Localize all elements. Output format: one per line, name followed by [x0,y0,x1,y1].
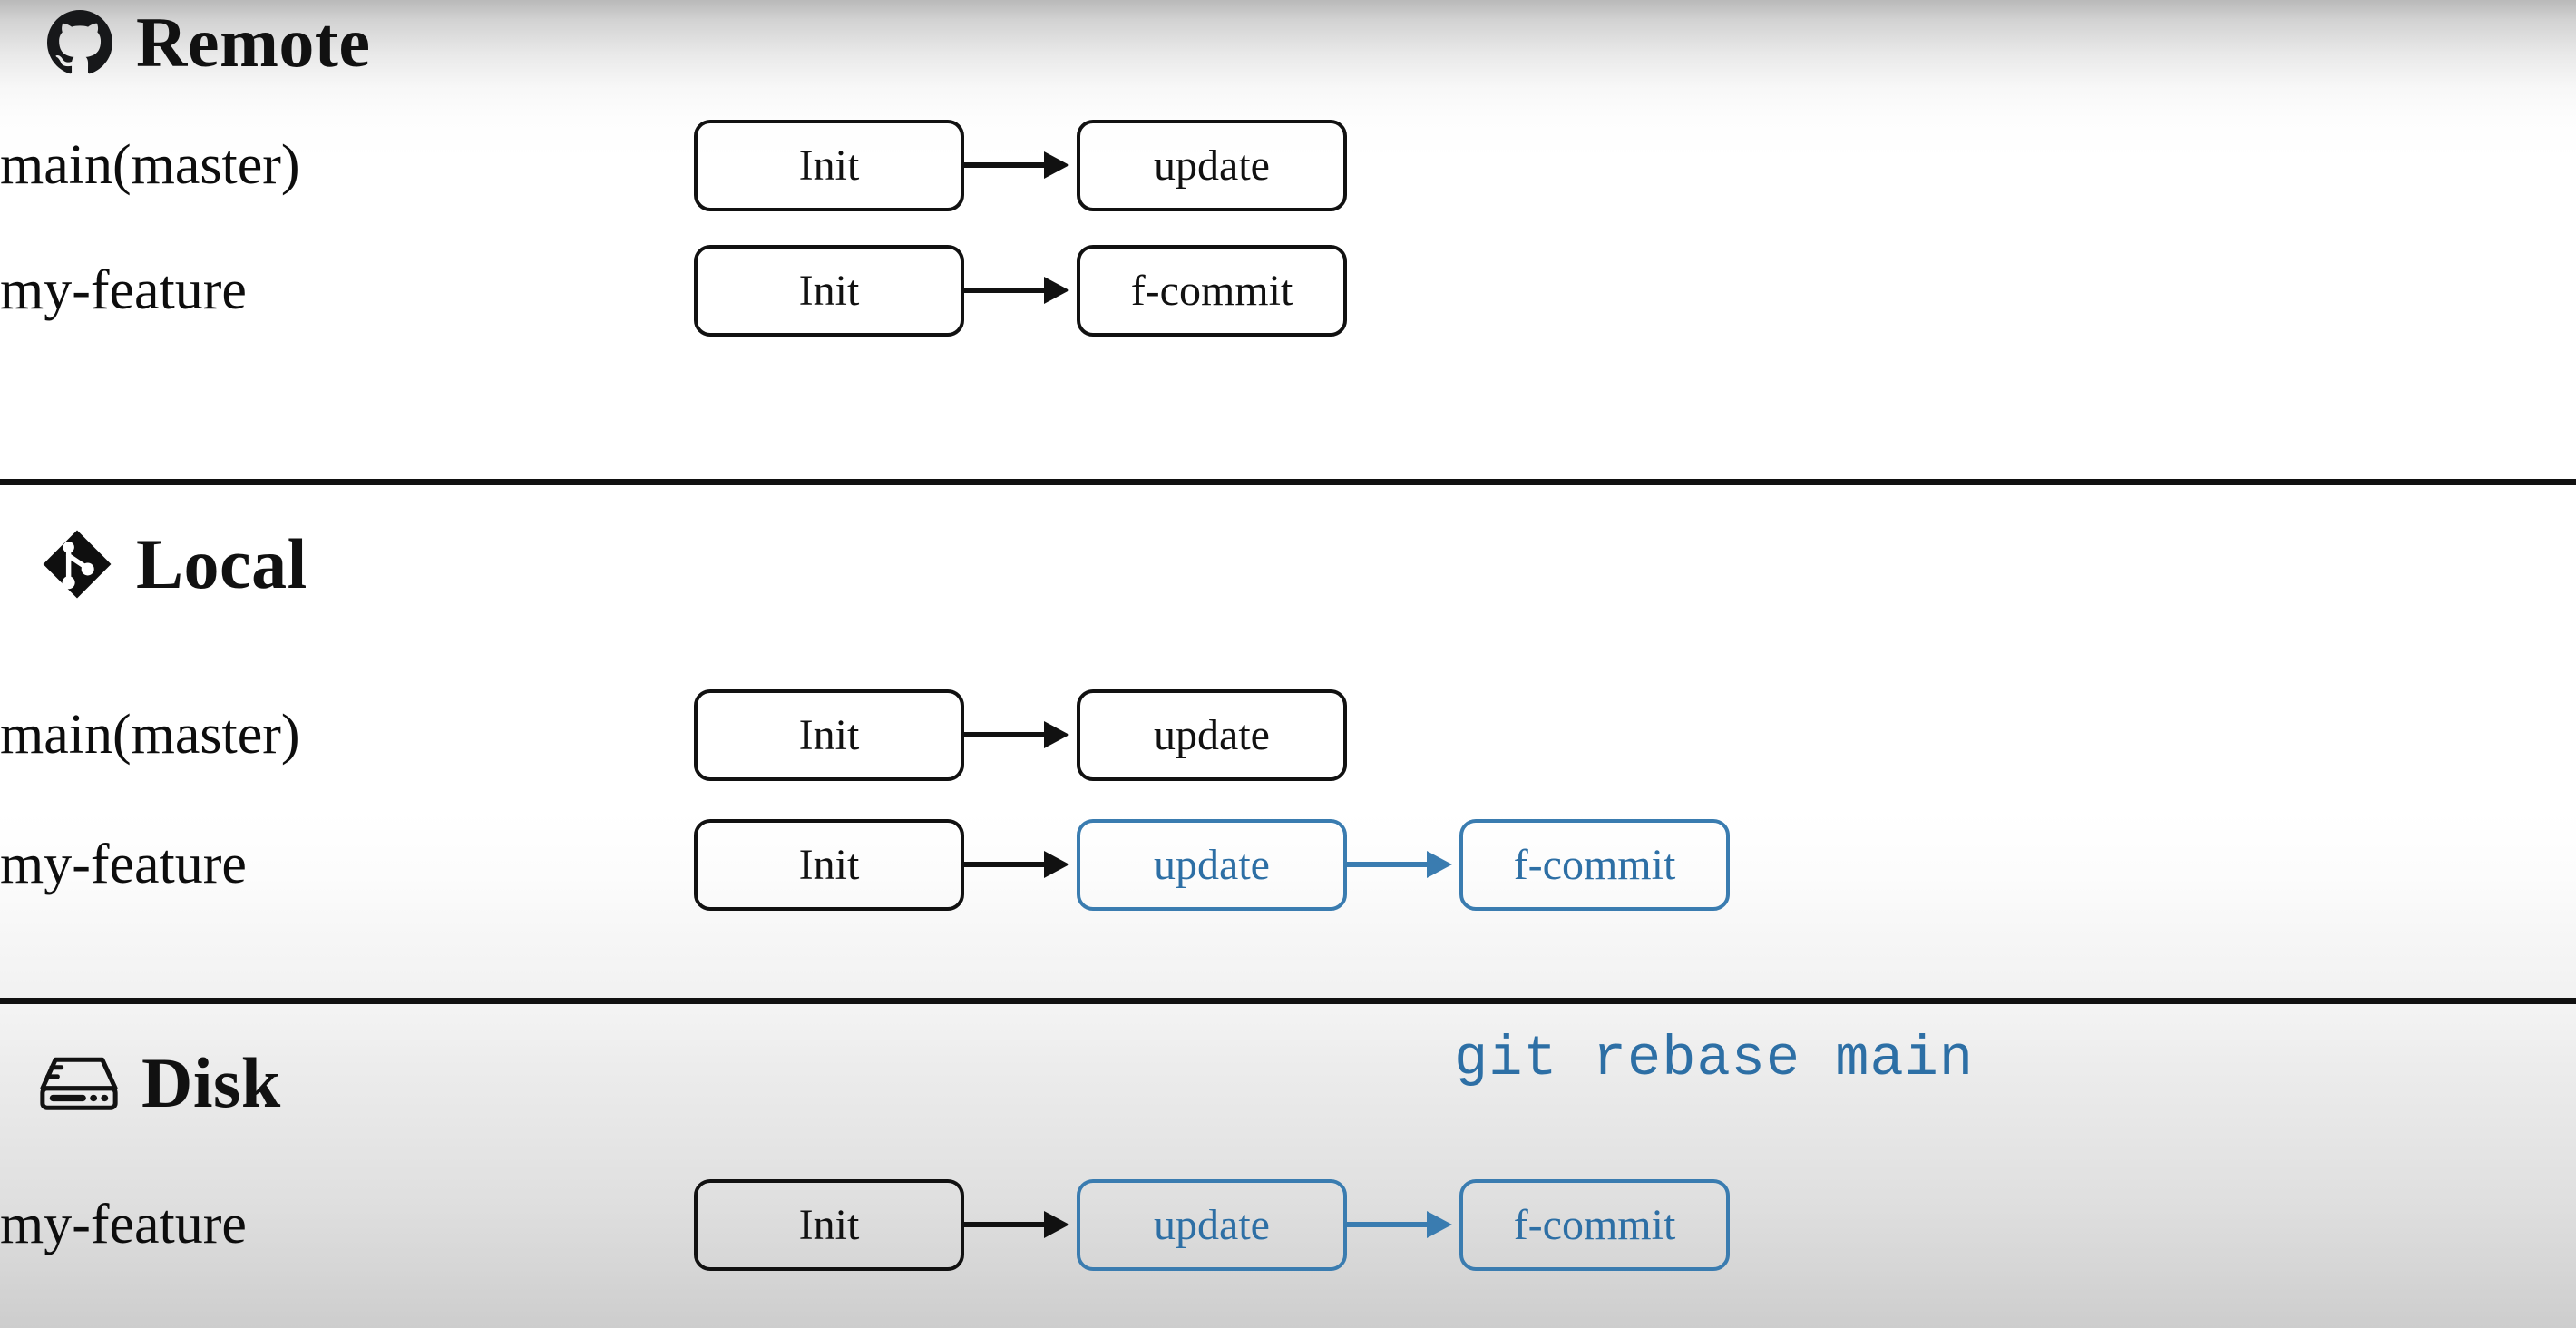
commit-node[interactable]: f-commit [1459,1178,1730,1271]
commit-graph-local-main: Init update [694,685,1347,785]
commit-node[interactable]: update [1077,119,1347,211]
git-icon [42,529,112,600]
commit-node[interactable]: f-commit [1459,818,1730,911]
branch-label-local-myfeature: my-feature [0,834,247,895]
commit-node[interactable]: Init [694,688,964,781]
section-title-disk: Disk [141,1043,281,1122]
git-rebase-diagram: Remote main(master) Init update my-featu… [0,0,2576,1328]
branch-label-local-main: main(master) [0,704,300,766]
branch-label-remote-myfeature: my-feature [0,259,247,321]
commit-arrow-icon [964,1179,1077,1271]
section-header-local: Local [42,529,307,600]
commit-arrow-icon [964,120,1077,211]
section-divider [0,998,2576,1004]
commit-node[interactable]: update [1077,818,1347,911]
section-title-remote: Remote [136,3,371,82]
branch-label-disk-myfeature: my-feature [0,1194,247,1255]
commit-graph-remote-myfeature: Init f-commit [694,240,1347,340]
commit-node[interactable]: Init [694,818,964,911]
commit-node[interactable]: f-commit [1077,244,1347,337]
branch-label-remote-main: main(master) [0,134,300,196]
commit-arrow-icon [1347,819,1459,911]
commit-node[interactable]: Init [694,1178,964,1271]
commit-node[interactable]: Init [694,244,964,337]
harddrive-icon [40,1053,118,1113]
github-icon [47,10,112,75]
commit-node[interactable]: update [1077,688,1347,781]
commit-node[interactable]: update [1077,1178,1347,1271]
commit-arrow-icon [964,245,1077,337]
commit-node[interactable]: Init [694,119,964,211]
commit-graph-local-myfeature: Init update f-commit [694,815,1730,914]
section-divider [0,479,2576,485]
section-header-disk: Disk [40,1048,281,1118]
commit-arrow-icon [1347,1179,1459,1271]
commit-graph-remote-main: Init update [694,115,1347,215]
commit-arrow-icon [964,689,1077,781]
section-header-remote: Remote [47,7,371,78]
commit-graph-disk-myfeature: Init update f-commit [694,1175,1730,1274]
command-caption-git-rebase: git rebase main [1454,1027,1975,1091]
commit-arrow-icon [964,819,1077,911]
section-disk [0,1004,2576,1328]
section-title-local: Local [136,524,307,603]
